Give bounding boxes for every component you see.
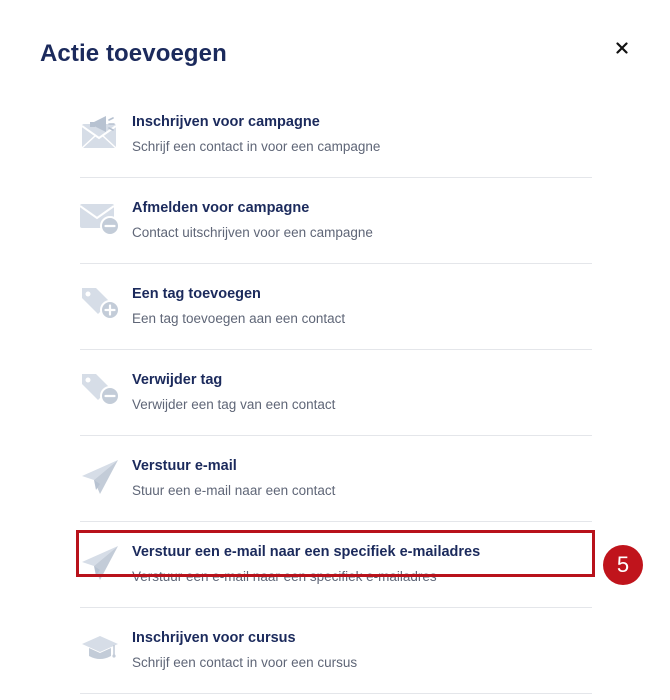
action-list: Inschrijven voor campagne Schrijf een co… [80,92,592,694]
action-description: Schrijf een contact in voor een campagne [132,139,381,154]
action-description: Verwijder een tag van een contact [132,397,336,412]
campaign-unsubscribe-icon [80,198,120,238]
tag-add-icon [80,284,120,324]
step-badge: 5 [603,545,643,585]
action-description: Verstuur een e-mail naar een specifiek e… [132,569,437,584]
action-item-subscribe-course[interactable]: Inschrijven voor cursus Schrijf een cont… [80,608,592,694]
action-label: Afmelden voor campagne [132,200,310,216]
action-description: Een tag toevoegen aan een contact [132,311,346,326]
action-description: Stuur een e-mail naar een contact [132,483,336,498]
action-description: Schrijf een contact in voor een cursus [132,655,358,670]
action-label: Inschrijven voor cursus [132,630,296,646]
graduation-cap-icon [80,628,120,668]
action-item-subscribe-campaign[interactable]: Inschrijven voor campagne Schrijf een co… [80,92,592,178]
action-description: Contact uitschrijven voor een campagne [132,225,373,240]
dialog-title: Actie toevoegen [40,40,227,67]
close-button[interactable] [612,38,632,58]
action-label: Een tag toevoegen [132,286,261,302]
action-label: Verstuur e-mail [132,458,237,474]
action-item-add-tag[interactable]: Een tag toevoegen Een tag toevoegen aan … [80,264,592,350]
action-item-unsubscribe-campaign[interactable]: Afmelden voor campagne Contact uitschrij… [80,178,592,264]
action-label: Verstuur een e-mail naar een specifiek e… [132,544,481,560]
paper-plane-icon [80,542,120,582]
action-label: Inschrijven voor campagne [132,114,320,130]
action-item-send-email[interactable]: Verstuur e-mail Stuur een e-mail naar ee… [80,436,592,522]
tag-remove-icon [80,370,120,410]
close-icon [616,42,628,54]
paper-plane-icon [80,456,120,496]
action-item-send-email-specific-address[interactable]: Verstuur een e-mail naar een specifiek e… [80,522,592,608]
action-label: Verwijder tag [132,372,223,388]
action-item-remove-tag[interactable]: Verwijder tag Verwijder een tag van een … [80,350,592,436]
add-action-dialog: Actie toevoegen Inschrijven voor campagn… [0,0,670,700]
campaign-subscribe-icon [80,112,120,152]
